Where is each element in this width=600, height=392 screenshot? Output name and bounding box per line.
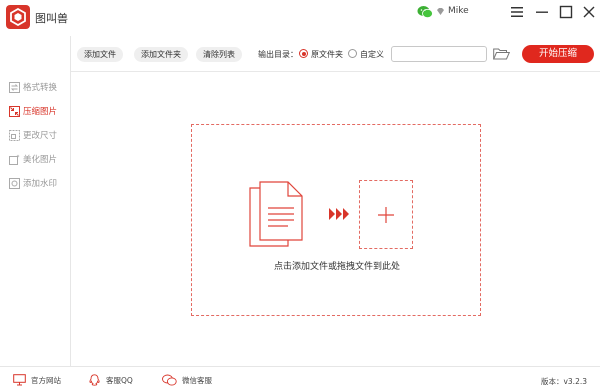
radio-custom[interactable] <box>348 49 357 58</box>
title-bar: 图叫兽 Mike <box>0 0 600 36</box>
add-file-box[interactable] <box>359 180 413 249</box>
wechat-support-link[interactable]: 微信客服 <box>162 374 212 386</box>
compress-icon <box>9 105 20 117</box>
output-dir-label: 输出目录： <box>258 50 298 59</box>
radio-original-folder-label[interactable]: 原文件夹 <box>311 49 343 60</box>
diamond-icon <box>437 8 444 15</box>
add-folder-button[interactable]: 添加文件夹 <box>134 47 188 62</box>
sidebar-item-label: 美化图片 <box>23 155 58 165</box>
main-area: 点击添加文件或拖拽文件到此处 <box>71 73 600 366</box>
minimize-icon[interactable] <box>534 4 550 20</box>
close-icon[interactable] <box>581 4 597 20</box>
version-label: 版本：v3.2.3 <box>540 377 587 386</box>
qq-icon <box>89 374 100 386</box>
maximize-icon[interactable] <box>558 4 574 20</box>
sidebar-item-format-convert[interactable]: 格式转换 <box>9 80 57 94</box>
sidebar-item-label: 压缩图片 <box>23 107 58 117</box>
sidebar: 格式转换 压缩图片 更改尺寸 美化图片 添加水印 <box>0 36 71 366</box>
username[interactable]: Mike <box>448 6 469 16</box>
monitor-icon <box>13 374 26 386</box>
sidebar-item-label: 添加水印 <box>23 179 58 189</box>
format-convert-icon <box>9 81 20 93</box>
start-compress-button[interactable]: 开始压缩 <box>522 45 594 63</box>
sidebar-item-compress[interactable]: 压缩图片 <box>9 104 57 118</box>
arrows-right-icon <box>329 208 349 220</box>
app-title: 图叫兽 <box>35 12 68 25</box>
file-drop-zone[interactable]: 点击添加文件或拖拽文件到此处 <box>191 124 481 316</box>
wechat-support-icon <box>162 374 177 386</box>
watermark-icon <box>9 177 20 189</box>
sidebar-item-label: 格式转换 <box>23 83 58 93</box>
plus-icon <box>378 207 394 223</box>
footer: 官方网站 客服QQ 微信客服 版本：v3.2.3 <box>0 366 600 392</box>
beautify-icon <box>9 154 20 165</box>
sidebar-item-watermark[interactable]: 添加水印 <box>9 176 57 190</box>
radio-original-folder[interactable] <box>299 49 308 58</box>
clear-list-button[interactable]: 清除列表 <box>196 47 242 62</box>
wechat-support-label: 微信客服 <box>182 375 212 385</box>
wechat-icon[interactable] <box>417 5 433 19</box>
add-file-button[interactable]: 添加文件 <box>77 47 123 62</box>
official-website-label: 官方网站 <box>31 375 61 385</box>
resize-icon <box>9 129 20 141</box>
customer-qq-link[interactable]: 客服QQ <box>88 374 133 386</box>
menu-icon[interactable] <box>509 4 525 20</box>
folder-open-icon[interactable] <box>493 48 510 60</box>
sidebar-item-beautify[interactable]: 美化图片 <box>9 152 57 166</box>
customer-qq-label: 客服QQ <box>106 375 133 385</box>
sidebar-item-label: 更改尺寸 <box>23 131 58 141</box>
radio-custom-label[interactable]: 自定义 <box>360 49 384 60</box>
app-logo-icon <box>6 5 30 29</box>
drop-hint-text: 点击添加文件或拖拽文件到此处 <box>273 262 400 272</box>
documents-icon <box>249 181 303 247</box>
output-path-input[interactable] <box>391 46 487 62</box>
sidebar-item-resize[interactable]: 更改尺寸 <box>9 128 57 142</box>
toolbar: 添加文件 添加文件夹 清除列表 输出目录： 原文件夹 自定义 开始压缩 <box>71 36 600 72</box>
official-website-link[interactable]: 官方网站 <box>13 374 61 386</box>
